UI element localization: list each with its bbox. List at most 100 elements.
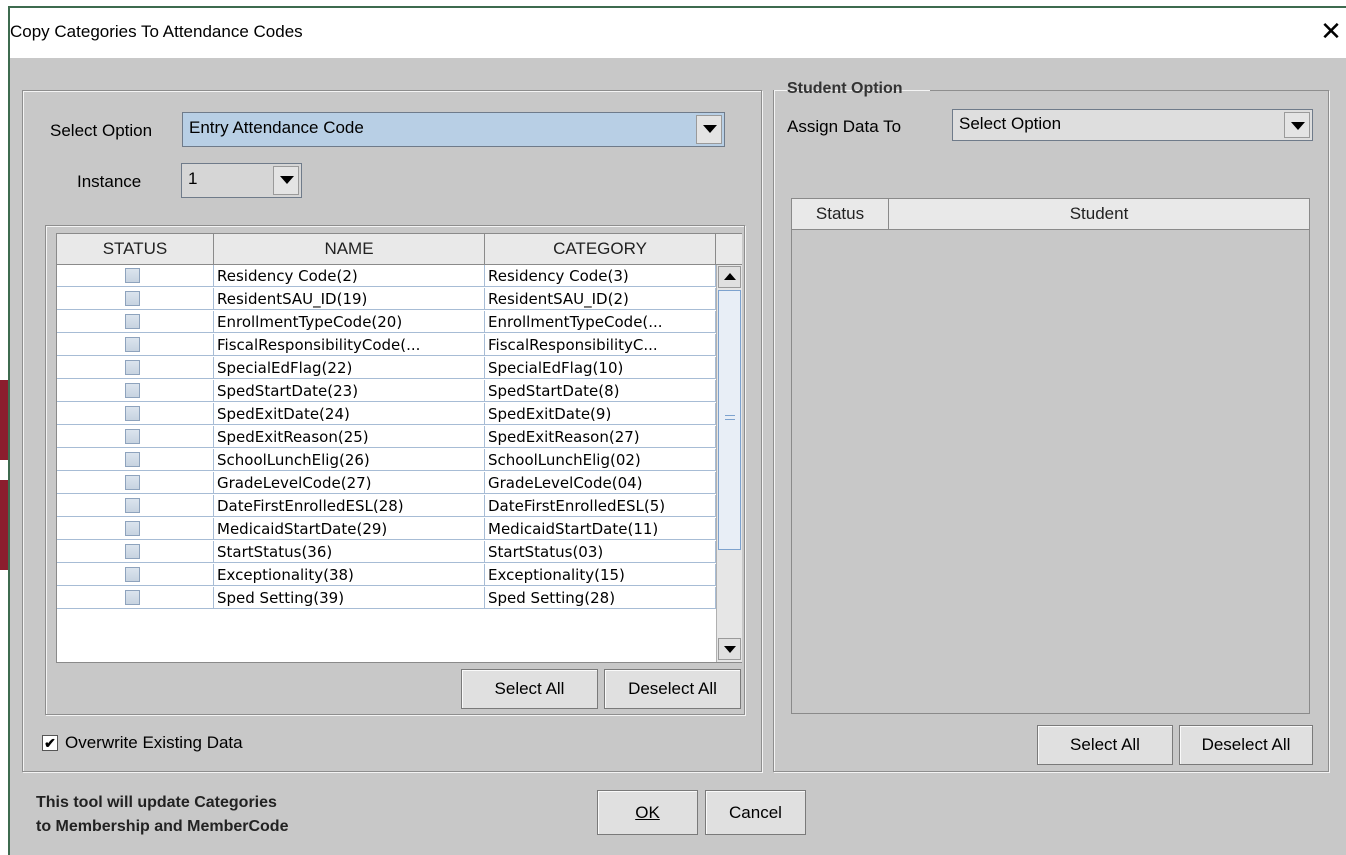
table-scrollbar[interactable] [716,265,742,662]
assign-data-to-dropdown[interactable]: Select Option [952,109,1313,141]
table-row[interactable]: SpecialEdFlag(22) SpecialEdFlag(10) [57,357,716,379]
student-table: Status Student [791,198,1310,714]
student-column-header[interactable]: Student [889,199,1309,230]
category-cell: FiscalResponsibilityC... [485,334,716,356]
table-row[interactable]: SchoolLunchElig(26) SchoolLunchElig(02) [57,449,716,471]
category-cell: StartStatus(03) [485,541,716,563]
category-cell: SpedExitReason(27) [485,426,716,448]
right-deselect-all-button[interactable]: Deselect All [1179,725,1313,765]
name-cell: EnrollmentTypeCode(20) [214,311,485,333]
status-cell [57,403,214,425]
instance-dropdown[interactable]: 1 [181,163,302,198]
name-cell: SpecialEdFlag(22) [214,357,485,379]
assign-data-to-value: Select Option [959,114,1062,133]
table-row[interactable]: SpedExitDate(24) SpedExitDate(9) [57,403,716,425]
row-checkbox[interactable] [125,475,140,490]
select-option-dropdown[interactable]: Entry Attendance Code [182,112,725,147]
overwrite-label: Overwrite Existing Data [65,733,243,752]
chevron-down-icon[interactable] [1284,112,1310,138]
status-column-header[interactable]: Status [792,199,889,230]
table-row[interactable]: Residency Code(2) Residency Code(3) [57,265,716,287]
select-option-label: Select Option [50,121,153,140]
cancel-button[interactable]: Cancel [705,790,806,835]
name-cell: Exceptionality(38) [214,564,485,586]
left-deselect-all-button[interactable]: Deselect All [604,669,741,709]
row-checkbox[interactable] [125,452,140,467]
student-option-title: Student Option [787,80,903,97]
table-row[interactable]: FiscalResponsibilityCode(... FiscalRespon… [57,334,716,356]
ok-button[interactable]: OK [597,790,698,835]
status-column-header[interactable]: STATUS [57,234,214,265]
status-cell [57,357,214,379]
table-row[interactable]: Sped Setting(39) Sped Setting(28) [57,587,716,609]
header-corner [716,234,742,265]
table-row[interactable]: SpedStartDate(23) SpedStartDate(8) [57,380,716,402]
row-checkbox[interactable] [125,544,140,559]
category-cell: DateFirstEnrolledESL(5) [485,495,716,517]
select-option-value: Entry Attendance Code [189,118,364,137]
status-cell [57,265,214,287]
status-cell [57,449,214,471]
row-checkbox[interactable] [125,498,140,513]
row-checkbox[interactable] [125,314,140,329]
chevron-down-icon[interactable] [696,115,722,144]
categories-table: STATUS NAME CATEGORY Residency Code(2) Re… [56,233,742,663]
table-row[interactable]: StartStatus(36) StartStatus(03) [57,541,716,563]
name-cell: FiscalResponsibilityCode(... [214,334,485,356]
category-cell: ResidentSAU_ID(2) [485,288,716,310]
row-checkbox[interactable] [125,383,140,398]
status-cell [57,541,214,563]
group-border-top [930,90,1329,91]
table-row[interactable]: SpedExitReason(25) SpedExitReason(27) [57,426,716,448]
left-select-all-button[interactable]: Select All [461,669,598,709]
name-cell: DateFirstEnrolledESL(28) [214,495,485,517]
row-checkbox[interactable] [125,429,140,444]
row-checkbox[interactable] [125,291,140,306]
table-row[interactable]: MedicaidStartDate(29) MedicaidStartDate(1… [57,518,716,540]
overwrite-checkbox[interactable]: ✔ [42,735,58,751]
name-cell: SchoolLunchElig(26) [214,449,485,471]
background-strip [0,380,8,460]
row-checkbox[interactable] [125,406,140,421]
category-cell: SpedStartDate(8) [485,380,716,402]
category-cell: MedicaidStartDate(11) [485,518,716,540]
category-column-header[interactable]: CATEGORY [485,234,716,265]
row-checkbox[interactable] [125,360,140,375]
table-row[interactable]: EnrollmentTypeCode(20) EnrollmentTypeCode… [57,311,716,333]
scroll-thumb[interactable] [718,290,741,550]
name-cell: ResidentSAU_ID(19) [214,288,485,310]
close-icon[interactable]: ✕ [1318,16,1344,46]
table-row[interactable]: GradeLevelCode(27) GradeLevelCode(04) [57,472,716,494]
category-cell: GradeLevelCode(04) [485,472,716,494]
category-cell: EnrollmentTypeCode(... [485,311,716,333]
scroll-up-button[interactable] [718,266,741,288]
name-cell: SpedExitDate(24) [214,403,485,425]
chevron-down-icon[interactable] [273,166,299,195]
dialog-title: Copy Categories To Attendance Codes [10,22,303,41]
table-row[interactable]: ResidentSAU_ID(19) ResidentSAU_ID(2) [57,288,716,310]
status-cell [57,380,214,402]
status-cell [57,472,214,494]
background-strip [0,480,8,570]
arrow-down-icon [724,646,736,653]
row-checkbox[interactable] [125,590,140,605]
row-checkbox[interactable] [125,268,140,283]
name-cell: Residency Code(2) [214,265,485,287]
row-checkbox[interactable] [125,521,140,536]
arrow-up-icon [724,273,736,280]
status-cell [57,587,214,609]
table-body: Residency Code(2) Residency Code(3) Reside… [57,265,716,662]
category-cell: Residency Code(3) [485,265,716,287]
status-cell [57,426,214,448]
status-cell [57,564,214,586]
name-column-header[interactable]: NAME [214,234,485,265]
category-cell: SpedExitDate(9) [485,403,716,425]
category-cell: SchoolLunchElig(02) [485,449,716,471]
table-row[interactable]: DateFirstEnrolledESL(28) DateFirstEnrolle… [57,495,716,517]
right-select-all-button[interactable]: Select All [1037,725,1173,765]
table-row[interactable]: Exceptionality(38) Exceptionality(15) [57,564,716,586]
info-text-line1: This tool will update Categories [36,794,277,811]
row-checkbox[interactable] [125,567,140,582]
scroll-down-button[interactable] [718,638,741,660]
row-checkbox[interactable] [125,337,140,352]
